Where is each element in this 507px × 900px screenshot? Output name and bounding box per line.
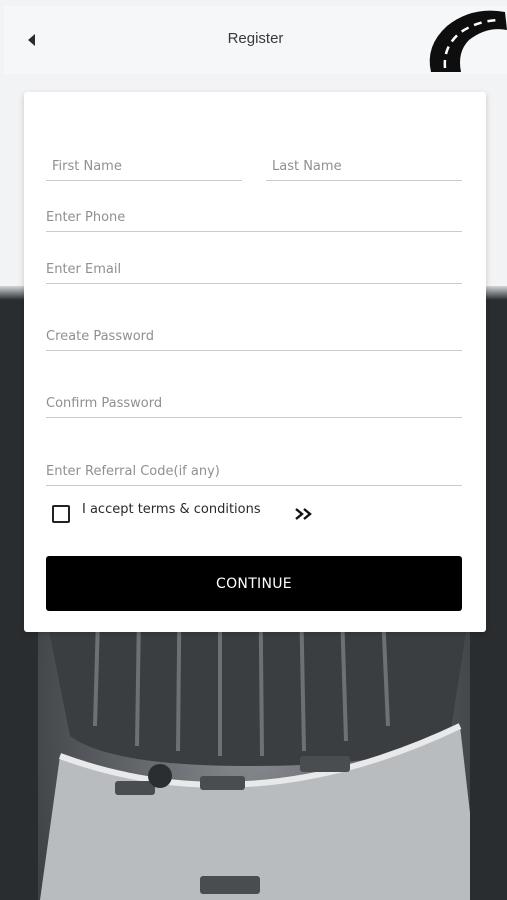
first-name-input[interactable]: [52, 159, 242, 174]
password-input[interactable]: [46, 329, 462, 344]
phone-input[interactable]: [46, 210, 462, 225]
confirm-password-input[interactable]: [46, 396, 462, 411]
terms-row: I accept terms & conditions: [52, 500, 472, 530]
app-header: Register: [4, 6, 507, 74]
double-chevron-right-icon[interactable]: [292, 504, 316, 524]
terms-label: I accept terms & conditions: [82, 502, 261, 517]
referral-code-input[interactable]: [46, 464, 462, 479]
terms-checkbox[interactable]: [52, 505, 70, 523]
email-field[interactable]: [46, 253, 462, 284]
referral-code-field[interactable]: [46, 455, 462, 486]
continue-button[interactable]: CONTINUE: [46, 556, 462, 611]
last-name-field[interactable]: [266, 150, 462, 181]
registration-form-card: I accept terms & conditions CONTINUE: [24, 92, 486, 632]
confirm-password-field[interactable]: [46, 387, 462, 418]
road-logo-icon: [429, 10, 507, 73]
phone-field[interactable]: [46, 201, 462, 232]
email-input[interactable]: [46, 262, 462, 277]
register-screen: Register I accept ter: [0, 0, 507, 900]
last-name-input[interactable]: [272, 159, 462, 174]
password-field[interactable]: [46, 320, 462, 351]
first-name-field[interactable]: [46, 150, 242, 181]
